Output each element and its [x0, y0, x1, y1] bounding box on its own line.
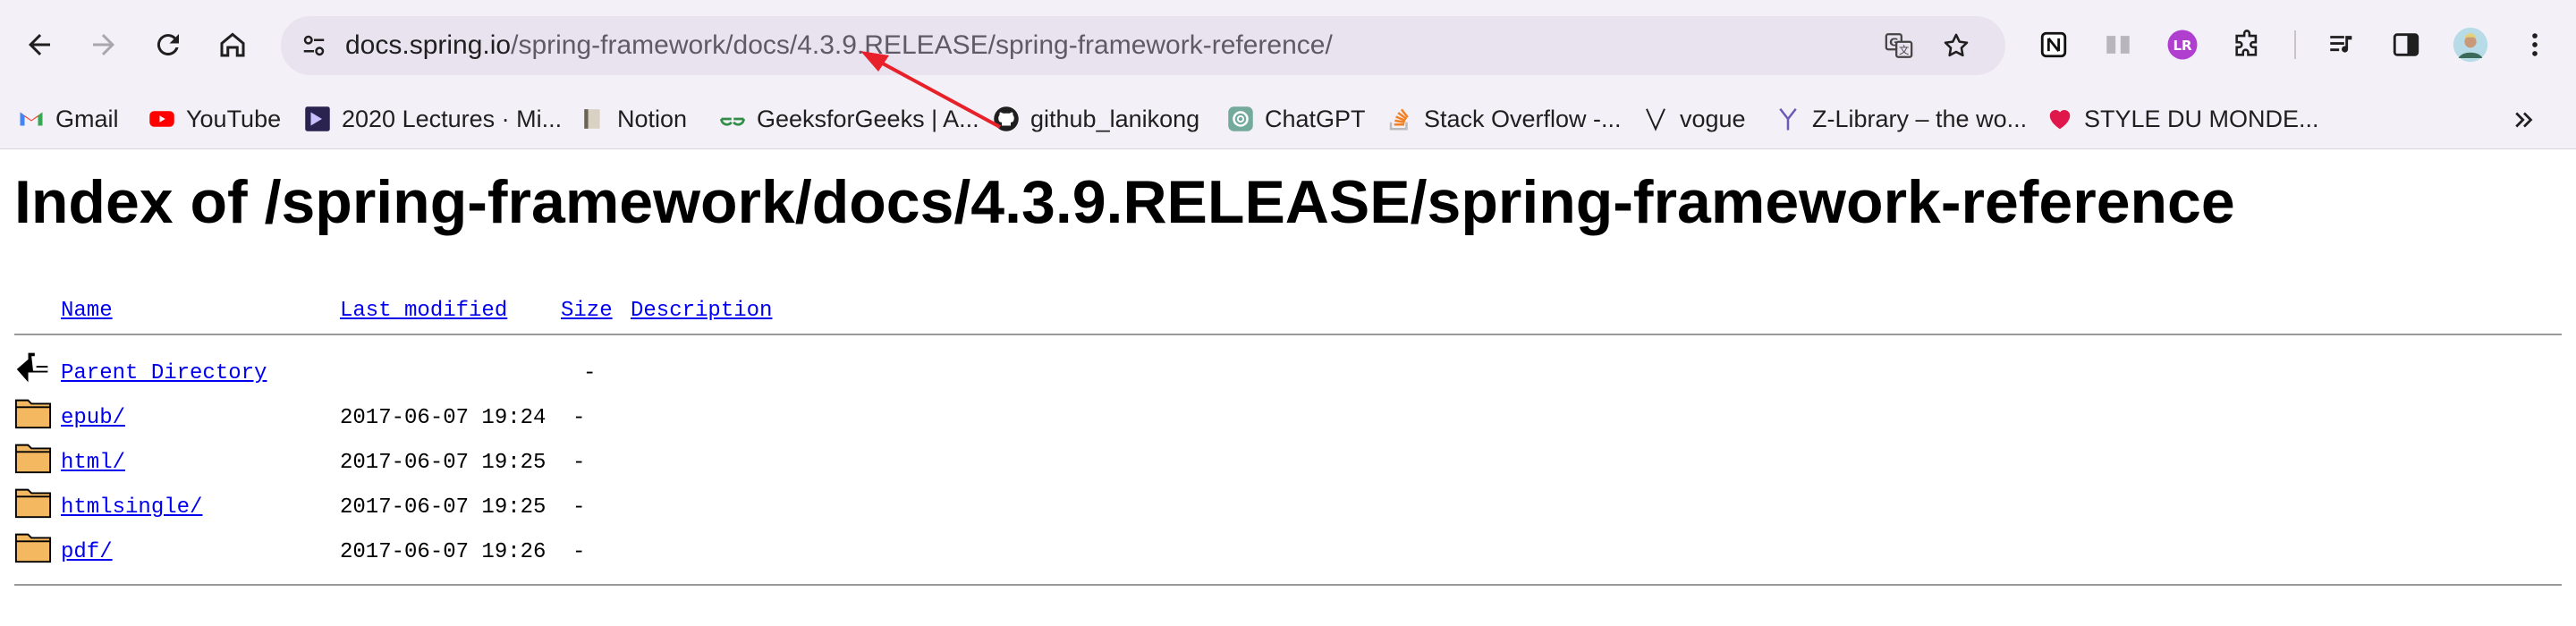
forward-arrow-icon	[93, 34, 114, 55]
page-content: Index of /spring-framework/docs/4.3.9.RE…	[0, 149, 2576, 626]
lecture-icon	[304, 106, 331, 132]
heart-icon	[2046, 106, 2073, 132]
site-info-button[interactable]	[297, 29, 331, 63]
bookmark-z-library[interactable]: Z-Library – the wo...	[1775, 99, 2027, 139]
back-arrow-icon	[16, 352, 48, 383]
column-header-last-modified[interactable]: Last modified	[340, 298, 507, 325]
directory-link[interactable]: epub/	[61, 405, 125, 432]
more-bookmarks-button[interactable]	[2504, 100, 2544, 140]
forward-button[interactable]	[80, 21, 127, 68]
address-bar[interactable]: docs.spring.io/spring-framework/docs/4.3…	[281, 16, 2005, 75]
folder-icon	[14, 533, 52, 563]
language-reactor-icon[interactable]: LR	[2163, 25, 2202, 64]
reading-mode-icon[interactable]	[2098, 25, 2138, 64]
browser-toolbar: docs.spring.io/spring-framework/docs/4.3…	[0, 0, 2576, 89]
bookmark-2020-lectures[interactable]: 2020 Lectures · Mi...	[304, 99, 562, 139]
parent-directory-link[interactable]: Parent Directory	[61, 360, 267, 387]
github-icon	[993, 106, 1020, 132]
table-row: epub/ 2017-06-07 19:24 -	[0, 394, 2576, 436]
column-header-description[interactable]: Description	[631, 298, 772, 325]
bookmark-geeksforgeeks[interactable]: GeeksforGeeks | A...	[719, 99, 979, 139]
bookmark-github[interactable]: github_lanikong	[993, 99, 1199, 139]
star-icon	[1944, 33, 1969, 57]
url-text[interactable]: docs.spring.io/spring-framework/docs/4.3…	[345, 29, 1333, 63]
size-value: -	[572, 540, 586, 564]
translate-button[interactable]: G 文	[1880, 27, 1918, 64]
gmail-icon	[18, 106, 45, 132]
chatgpt-icon	[1227, 106, 1254, 132]
stackoverflow-icon	[1386, 106, 1413, 132]
last-modified: 2017-06-07 19:26	[340, 540, 547, 564]
kebab-menu-icon	[2532, 33, 2538, 56]
table-row-parent: Parent Directory -	[0, 350, 2576, 391]
last-modified: 2017-06-07 19:25	[340, 451, 547, 475]
tune-icon	[303, 35, 325, 56]
profile-avatar-icon[interactable]	[2451, 25, 2490, 64]
last-modified: 2017-06-07 19:25	[340, 495, 547, 520]
bookmark-stack-overflow[interactable]: Stack Overflow -...	[1386, 99, 1622, 139]
bookmark-youtube[interactable]: YouTube	[148, 99, 281, 139]
extensions-puzzle-icon[interactable]	[2227, 25, 2267, 64]
directory-link[interactable]: htmlsingle/	[61, 495, 202, 521]
size-value: -	[572, 451, 586, 475]
bookmark-star-button[interactable]	[1937, 27, 1975, 64]
directory-link[interactable]: html/	[61, 450, 125, 477]
side-panel-icon[interactable]	[2386, 25, 2426, 64]
reload-icon	[157, 34, 179, 56]
url-host: docs.spring.io	[345, 30, 512, 60]
youtube-icon	[148, 106, 175, 132]
notion-web-clipper-icon[interactable]	[2034, 25, 2073, 64]
size-value: -	[572, 495, 586, 520]
size-value: -	[572, 406, 586, 430]
media-controls-icon[interactable]	[2322, 25, 2361, 64]
svg-text:文: 文	[1899, 44, 1909, 56]
table-row: pdf/ 2017-06-07 19:26 -	[0, 529, 2576, 570]
zlibrary-icon	[1775, 106, 1801, 132]
folder-icon	[14, 399, 52, 429]
table-row: html/ 2017-06-07 19:25 -	[0, 439, 2576, 480]
browser-menu-button[interactable]	[2515, 25, 2555, 64]
bookmark-gmail[interactable]: Gmail	[18, 99, 119, 139]
column-header-name[interactable]: Name	[61, 298, 113, 325]
last-modified: 2017-06-07 19:24	[340, 406, 547, 430]
geeksforgeeks-icon	[719, 106, 746, 132]
bookmark-vogue[interactable]: vogue	[1642, 99, 1746, 139]
home-icon	[220, 32, 245, 57]
folder-icon	[14, 488, 52, 519]
notion-icon	[580, 106, 606, 132]
back-arrow-icon	[29, 34, 50, 55]
home-button[interactable]	[209, 21, 256, 68]
bookmark-notion[interactable]: Notion	[580, 99, 687, 139]
bookmarks-bar: Gmail YouTube 2020 Lectures · Mi... Noti…	[0, 89, 2576, 149]
url-path: /spring-framework/docs/4.3.9.RELEASE/spr…	[511, 30, 1333, 60]
vogue-icon	[1642, 106, 1669, 132]
page-title: Index of /spring-framework/docs/4.3.9.RE…	[14, 168, 2235, 236]
bookmark-style-du-monde[interactable]: STYLE DU MONDE...	[2046, 99, 2319, 139]
reload-button[interactable]	[145, 21, 191, 68]
bookmark-chatgpt[interactable]: ChatGPT	[1227, 99, 1366, 139]
double-chevron-right-icon	[2515, 112, 2533, 128]
toolbar-divider	[2294, 30, 2296, 59]
translate-icon: G 文	[1885, 33, 1913, 58]
directory-link[interactable]: pdf/	[61, 539, 113, 566]
header-divider	[14, 334, 2562, 335]
footer-divider	[14, 584, 2562, 586]
folder-icon	[14, 444, 52, 474]
parent-size: -	[583, 361, 597, 385]
table-row: htmlsingle/ 2017-06-07 19:25 -	[0, 484, 2576, 525]
column-header-size[interactable]: Size	[561, 298, 613, 325]
svg-text:LR: LR	[2173, 38, 2192, 54]
back-button[interactable]	[16, 21, 63, 68]
